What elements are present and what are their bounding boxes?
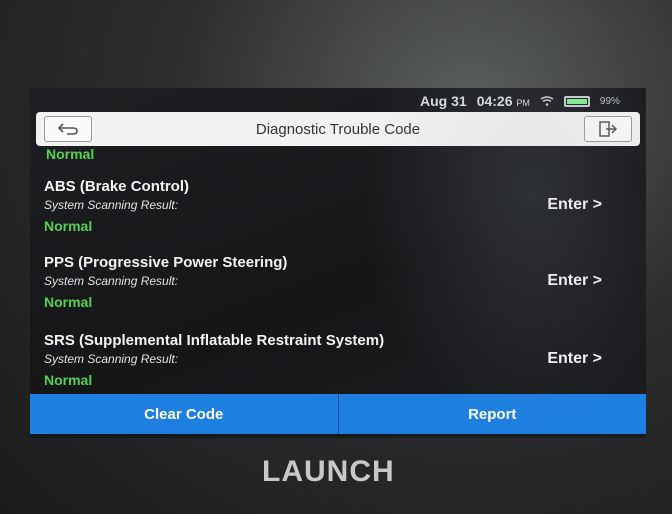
scan-result-label: System Scanning Result: bbox=[44, 352, 179, 366]
battery-percent: 99% bbox=[599, 95, 620, 107]
list-item-abs: ABS (Brake Control) System Scanning Resu… bbox=[44, 178, 644, 256]
system-name: ABS (Brake Control) bbox=[44, 178, 190, 195]
wifi-icon bbox=[540, 96, 554, 106]
brand-logo: LAUNCH bbox=[262, 455, 395, 488]
scan-result-label: System Scanning Result: bbox=[44, 198, 179, 212]
scan-status: Normal bbox=[44, 372, 93, 388]
status-bar: Aug 31 04:26 PM 99% bbox=[420, 92, 620, 110]
scan-status: Normal bbox=[44, 294, 93, 310]
title-bar: Diagnostic Trouble Code bbox=[36, 112, 640, 146]
status-time: 04:26 PM bbox=[476, 93, 530, 109]
back-arrow-icon bbox=[57, 123, 78, 135]
status-date: Aug 31 bbox=[420, 93, 467, 109]
previous-item-status: Normal bbox=[46, 146, 95, 162]
report-button[interactable]: Report bbox=[339, 394, 647, 434]
device-screen: Aug 31 04:26 PM 99% Diagnostic Trouble C… bbox=[30, 88, 646, 438]
enter-button-srs[interactable]: Enter > bbox=[547, 350, 602, 368]
list-item-pps: PPS (Progressive Power Steering) System … bbox=[44, 254, 644, 332]
page-title: Diagnostic Trouble Code bbox=[255, 120, 421, 138]
battery-icon bbox=[563, 95, 590, 107]
scan-status: Normal bbox=[44, 218, 93, 234]
enter-button-abs[interactable]: Enter > bbox=[547, 196, 602, 214]
exit-button[interactable] bbox=[584, 116, 632, 142]
system-name: SRS (Supplemental Inflatable Restraint S… bbox=[44, 332, 385, 349]
exit-icon bbox=[599, 121, 617, 137]
clear-code-button[interactable]: Clear Code bbox=[30, 394, 338, 434]
status-ampm: PM bbox=[516, 98, 530, 108]
back-button[interactable] bbox=[44, 116, 92, 142]
system-name: PPS (Progressive Power Steering) bbox=[44, 254, 288, 271]
enter-button-pps[interactable]: Enter > bbox=[547, 272, 602, 290]
bottom-action-bar: Clear Code Report bbox=[30, 394, 646, 434]
battery-level-fill bbox=[566, 98, 587, 104]
scan-result-label: System Scanning Result: bbox=[44, 274, 179, 288]
